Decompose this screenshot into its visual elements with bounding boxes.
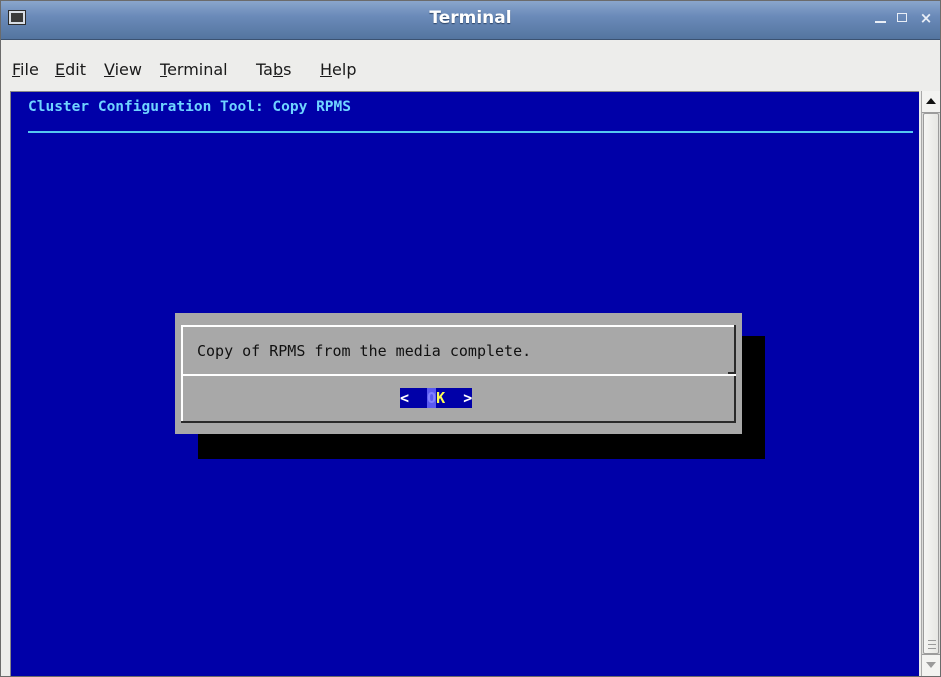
dialog-border-top: [181, 325, 736, 327]
ok-button-letter-k: K: [436, 388, 446, 408]
title-bar[interactable]: Terminal ×: [1, 1, 940, 40]
message-dialog: Copy of RPMS from the media complete. < …: [175, 313, 742, 434]
ok-button[interactable]: < OK >: [400, 388, 473, 408]
menu-view-label: iew: [114, 60, 142, 79]
menu-terminal-mnemonic: T: [160, 60, 168, 79]
menu-help[interactable]: Help: [318, 55, 358, 85]
close-icon[interactable]: ×: [918, 10, 934, 26]
menu-file[interactable]: File: [10, 55, 41, 85]
menu-edit[interactable]: Edit: [53, 55, 88, 85]
ok-button-left-bracket: <: [400, 388, 410, 408]
screen-heading: Cluster Configuration Tool: Copy RPMS: [28, 99, 352, 115]
menu-terminal[interactable]: Terminal: [158, 55, 230, 85]
ok-button-letter-o: O: [427, 388, 437, 408]
menu-file-label: ile: [20, 60, 39, 79]
thumb-grip-line: [928, 648, 936, 649]
ok-button-gap-3: [445, 388, 455, 408]
terminal-window: Terminal × File Edit View Terminal Tabs …: [0, 0, 941, 677]
menu-view-mnemonic: V: [104, 60, 115, 79]
terminal-screen[interactable]: Cluster Configuration Tool: Copy RPMS Co…: [10, 91, 919, 676]
scroll-up-arrow-icon[interactable]: [922, 91, 940, 113]
menu-tabs-label: s: [283, 60, 292, 79]
maximize-icon[interactable]: [895, 10, 911, 26]
menu-help-label: elp: [332, 60, 357, 79]
ok-button-right-bracket: >: [463, 388, 473, 408]
vertical-scrollbar[interactable]: [921, 91, 940, 676]
dialog-border-bottom: [181, 421, 736, 423]
menu-bar: File Edit View Terminal Tabs Help: [1, 55, 940, 85]
menu-edit-label: dit: [65, 60, 86, 79]
dialog-separator: [181, 374, 736, 376]
scroll-down-arrow-icon[interactable]: [922, 654, 940, 676]
window-title: Terminal: [429, 8, 512, 28]
menu-terminal-label: erminal: [167, 60, 228, 79]
menu-tabs[interactable]: Tabs: [254, 55, 293, 85]
menu-file-mnemonic: F: [12, 60, 21, 79]
minimize-icon[interactable]: [873, 10, 889, 26]
ok-button-gap-4: [454, 388, 464, 408]
dialog-message: Copy of RPMS from the media complete.: [197, 342, 532, 360]
ok-button-gap: [409, 388, 419, 408]
ok-button-gap-2: [418, 388, 428, 408]
menu-tabs-prefix: Ta: [256, 60, 273, 79]
menu-tabs-mnemonic: b: [272, 60, 284, 79]
thumb-grip-line: [928, 640, 936, 641]
menu-help-mnemonic: H: [320, 60, 333, 79]
menu-view[interactable]: View: [102, 55, 144, 85]
thumb-grip-line: [928, 644, 936, 645]
scroll-thumb[interactable]: [923, 113, 939, 654]
heading-divider: [28, 131, 913, 133]
dialog-separator-notch: [728, 372, 736, 374]
menu-edit-mnemonic: E: [55, 60, 66, 79]
